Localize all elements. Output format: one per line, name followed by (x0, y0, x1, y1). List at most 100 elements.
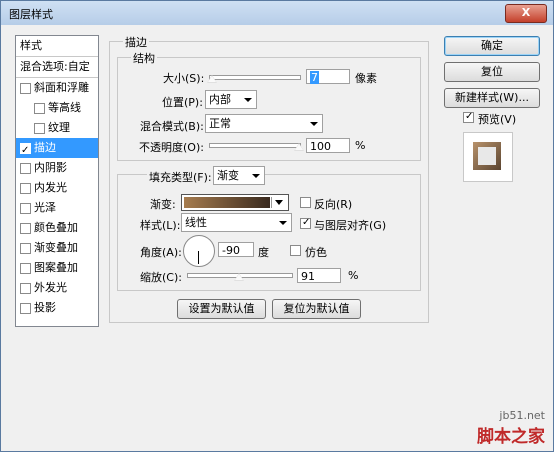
sidebar-item[interactable]: 投影 (16, 298, 98, 318)
position-value: 内部 (209, 93, 231, 106)
opacity-input[interactable]: 100 (306, 138, 350, 153)
chevron-down-icon[interactable] (271, 197, 286, 208)
size-slider-thumb[interactable] (206, 75, 217, 83)
preview-checkbox[interactable]: ✓ (463, 111, 474, 123)
scale-slider-thumb[interactable] (234, 273, 244, 281)
checkmark-icon: ✓ (302, 217, 311, 228)
angle-dial[interactable] (183, 235, 215, 267)
sidebar-item-checkbox[interactable] (20, 223, 31, 234)
sidebar-item-checkbox[interactable] (20, 203, 31, 214)
position-select[interactable]: 内部 (205, 90, 257, 109)
opacity-label: 不透明度(O): (139, 141, 204, 154)
layer-style-dialog: 图层样式 X 样式 混合选项:自定 斜面和浮雕 等高线 纹理 ✓ 描边 内阴影 内发光 光泽颜… (0, 0, 554, 452)
sidebar-item-label: 斜面和浮雕 (34, 81, 89, 94)
preview-stroke-sample (473, 142, 501, 170)
fill-type-select[interactable]: 渐变 (213, 166, 265, 185)
sidebar-item[interactable]: ✓ 描边 (16, 138, 98, 158)
sidebar-item[interactable]: 纹理 (16, 118, 98, 138)
sidebar-item-checkbox[interactable] (20, 263, 31, 274)
chevron-down-icon (279, 221, 287, 225)
ok-button[interactable]: 确定 (444, 36, 540, 56)
style-select[interactable]: 线性 (181, 213, 292, 232)
angle-unit: 度 (258, 246, 269, 259)
sidebar-item-label: 内阴影 (34, 161, 67, 174)
scale-input[interactable]: 91 (297, 268, 341, 283)
chevron-down-icon (244, 98, 252, 102)
sidebar-item[interactable]: 外发光 (16, 278, 98, 298)
gradient-swatch[interactable] (184, 197, 270, 208)
reset-to-default-button[interactable]: 复位为默认值 (272, 299, 361, 319)
blend-mode-value: 正常 (209, 117, 231, 130)
reset-button[interactable]: 复位 (444, 62, 540, 82)
angle-needle (198, 251, 199, 264)
stroke-group-title: 描边 (123, 34, 149, 50)
sidebar-item-checkbox[interactable] (20, 183, 31, 194)
styles-list: 样式 混合选项:自定 斜面和浮雕等高线纹理 ✓ 描边内阴影内发光光泽颜色叠加渐变叠加… (15, 35, 99, 327)
styles-header[interactable]: 样式 (16, 36, 98, 56)
sidebar-item-checkbox[interactable] (34, 123, 45, 134)
window-title: 图层样式 (9, 8, 53, 21)
fill-type-label: 填充类型(F): (147, 169, 214, 185)
sidebar-item-checkbox[interactable]: ✓ (20, 143, 31, 156)
angle-input[interactable]: -90 (218, 242, 254, 257)
sidebar-item[interactable]: 等高线 (16, 98, 98, 118)
preview-fill (478, 147, 496, 165)
angle-label: 角度(A): (140, 246, 182, 259)
sidebar-item[interactable]: 图案叠加 (16, 258, 98, 278)
align-with-layer-checkbox[interactable]: ✓ (300, 217, 311, 229)
sidebar-item[interactable]: 内发光 (16, 178, 98, 198)
sidebar-item-label: 渐变叠加 (34, 241, 78, 254)
sidebar-item-label: 图案叠加 (34, 261, 78, 274)
preview-label: 预览(V) (478, 113, 517, 126)
sidebar-item-checkbox[interactable] (20, 83, 31, 94)
sidebar-item-label: 颜色叠加 (34, 221, 78, 234)
chevron-down-icon (310, 122, 318, 126)
sidebar-item-label: 投影 (34, 301, 56, 314)
dither-checkbox[interactable] (290, 245, 301, 256)
sidebar-item[interactable]: 内阴影 (16, 158, 98, 178)
blend-options-item[interactable]: 混合选项:自定 (16, 57, 98, 77)
opacity-slider-track[interactable] (209, 143, 301, 148)
style-preview (463, 132, 513, 182)
sidebar-item-label: 外发光 (34, 281, 67, 294)
scale-unit: % (348, 269, 359, 282)
watermark-url: jb51.net (499, 409, 545, 422)
sidebar-item-label: 光泽 (34, 201, 56, 214)
align-with-layer-label: 与图层对齐(G) (314, 219, 387, 232)
opacity-unit: % (355, 139, 366, 152)
reverse-checkbox[interactable] (300, 197, 311, 208)
sidebar-item-checkbox[interactable] (20, 283, 31, 294)
size-input[interactable]: 7 (306, 69, 350, 84)
position-label: 位置(P): (162, 96, 203, 109)
reverse-label: 反向(R) (314, 198, 353, 211)
style-label: 样式(L): (140, 219, 181, 232)
sidebar-item-checkbox[interactable] (34, 103, 45, 114)
size-slider-track[interactable] (209, 75, 301, 80)
watermark-brand: 脚本之家 (477, 427, 545, 447)
checkmark-icon: ✓ (465, 111, 474, 122)
make-default-button[interactable]: 设置为默认值 (177, 299, 266, 319)
sidebar-item-label: 纹理 (48, 121, 70, 134)
size-value: 7 (310, 71, 319, 84)
style-value: 线性 (185, 216, 207, 229)
sidebar-item[interactable]: 斜面和浮雕 (16, 78, 98, 98)
new-style-button[interactable]: 新建样式(W)... (444, 88, 540, 108)
watermark: jb51.net 脚本之家 (477, 409, 545, 447)
size-unit: 像素 (355, 72, 377, 85)
blend-mode-select[interactable]: 正常 (205, 114, 323, 133)
sidebar-item[interactable]: 渐变叠加 (16, 238, 98, 258)
gradient-picker[interactable] (181, 194, 289, 211)
opacity-slider-thumb[interactable] (294, 143, 304, 151)
sidebar-item-checkbox[interactable] (20, 303, 31, 314)
blend-mode-label: 混合模式(B): (140, 120, 204, 133)
title-bar: 图层样式 X (1, 1, 553, 25)
scale-label: 缩放(C): (140, 271, 182, 284)
size-label: 大小(S): (163, 72, 205, 85)
close-button[interactable]: X (505, 4, 547, 23)
sidebar-item[interactable]: 颜色叠加 (16, 218, 98, 238)
dither-label: 仿色 (305, 246, 327, 259)
sidebar-item-checkbox[interactable] (20, 243, 31, 254)
structure-group-title: 结构 (131, 50, 157, 66)
sidebar-item[interactable]: 光泽 (16, 198, 98, 218)
sidebar-item-checkbox[interactable] (20, 163, 31, 174)
